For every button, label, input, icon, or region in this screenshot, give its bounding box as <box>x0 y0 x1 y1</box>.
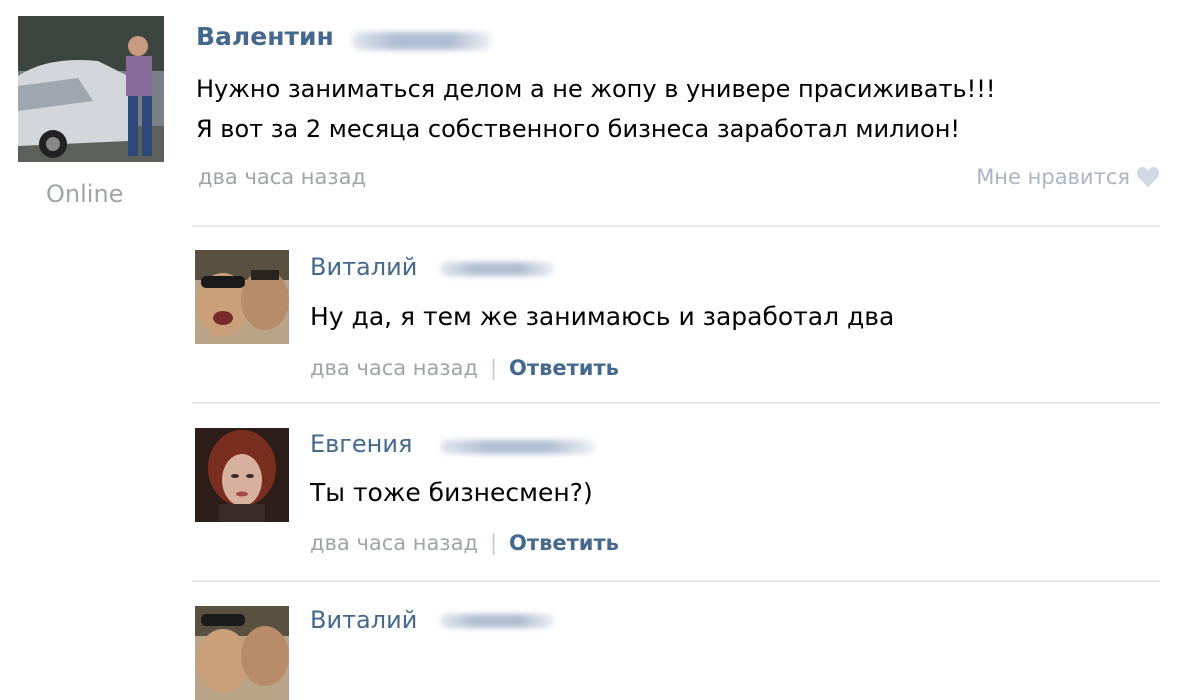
comment-author-name[interactable]: Евгения <box>310 430 412 458</box>
post-timestamp[interactable]: два часа назад <box>198 165 366 189</box>
avatar-valentin-image <box>18 16 164 162</box>
avatar-evgeniya-image <box>195 428 289 522</box>
reply-link[interactable]: Ответить <box>509 531 619 555</box>
separator <box>192 225 1160 227</box>
blurred-surname <box>440 440 595 454</box>
blurred-surname <box>352 32 492 50</box>
comment-meta: два часа назад | Ответить <box>310 356 619 380</box>
post-author-name[interactable]: Валентин <box>196 22 334 51</box>
reply-link[interactable]: Ответить <box>509 356 619 380</box>
like-label: Мне нравится <box>976 165 1130 189</box>
heart-icon <box>1136 167 1160 187</box>
post-text-line-2: Я вот за 2 месяца собственного бизнеса з… <box>196 115 961 143</box>
avatar-vitaliy-image <box>195 606 289 700</box>
avatar-vitaliy[interactable] <box>195 250 289 344</box>
online-status: Online <box>46 180 124 208</box>
comment-text: Ну да, я тем же занимаюсь и заработал дв… <box>310 302 895 331</box>
like-button[interactable]: Мне нравится <box>976 165 1160 189</box>
blurred-surname <box>440 262 555 276</box>
separator <box>192 580 1160 582</box>
blurred-surname <box>440 614 555 628</box>
meta-divider: | <box>489 531 498 555</box>
comment-timestamp[interactable]: два часа назад <box>310 531 478 555</box>
comment-author-name[interactable]: Виталий <box>310 253 417 281</box>
comment-text: Ты тоже бизнесмен?) <box>310 478 593 507</box>
comment-author-name[interactable]: Виталий <box>310 606 417 634</box>
avatar-valentin[interactable] <box>18 16 164 162</box>
comment-timestamp[interactable]: два часа назад <box>310 356 478 380</box>
separator <box>192 402 1160 404</box>
meta-divider: | <box>489 356 498 380</box>
avatar-vitaliy[interactable] <box>195 606 289 700</box>
comment-meta: два часа назад | Ответить <box>310 531 619 555</box>
avatar-vitaliy-image <box>195 250 289 344</box>
post-text-line-1: Нужно заниматься делом а не жопу в униве… <box>196 75 996 103</box>
avatar-evgeniya[interactable] <box>195 428 289 522</box>
